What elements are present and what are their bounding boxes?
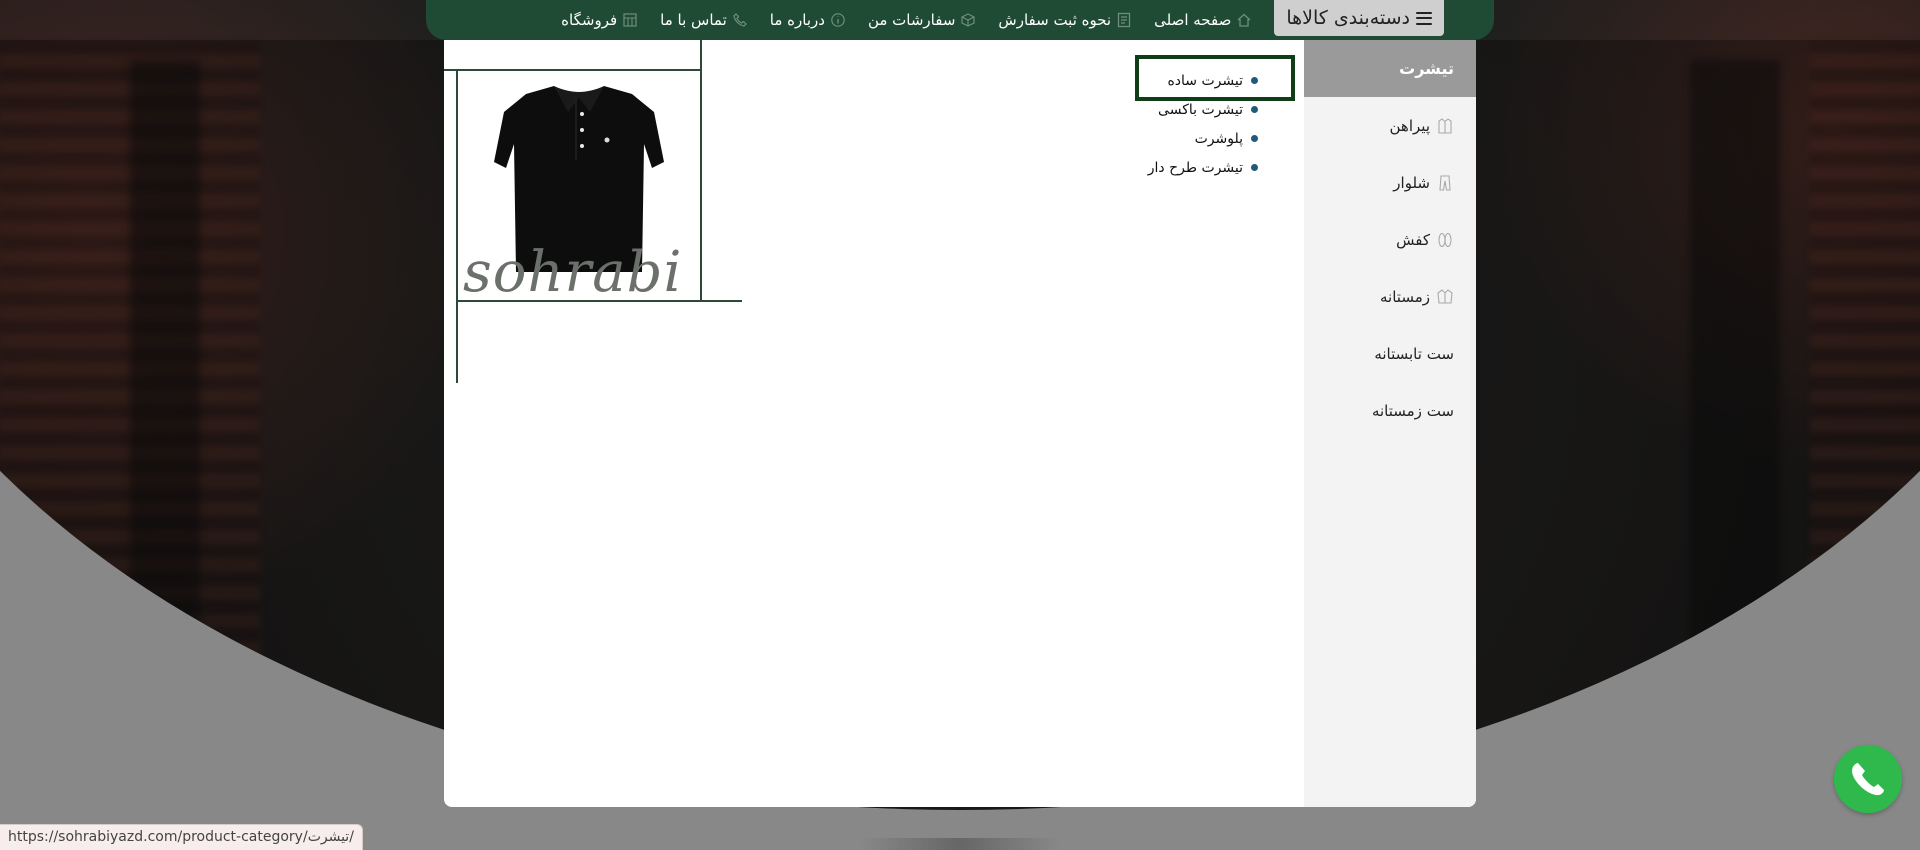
nav-shop-label: فروشگاه bbox=[561, 11, 618, 29]
nav-my-orders[interactable]: سفارشات من bbox=[868, 11, 976, 29]
box-icon bbox=[960, 12, 976, 28]
category-sidebar: تیشرت پیراهن شلوار کفش زمستانه ست تابستا… bbox=[1304, 40, 1476, 807]
whatsapp-icon bbox=[1834, 745, 1902, 813]
side-item-winter-label: زمستانه bbox=[1380, 287, 1430, 306]
home-icon bbox=[1236, 12, 1252, 28]
nav-contact[interactable]: تماس با ما bbox=[660, 11, 748, 29]
sub-item-polo-shirt[interactable]: پلوشرت bbox=[1102, 124, 1272, 153]
sub-item-label: تیشرت باکسی bbox=[1158, 101, 1243, 118]
focus-highlight bbox=[1135, 55, 1295, 101]
side-item-winter-set-label: ست زمستانه bbox=[1371, 401, 1454, 420]
jacket-icon bbox=[1436, 288, 1454, 306]
side-item-pants-label: شلوار bbox=[1393, 173, 1430, 192]
side-item-summer-set-label: ست تابستانه bbox=[1374, 344, 1454, 363]
status-bar-url: https://sohrabiyazd.com/product-category… bbox=[0, 824, 363, 850]
nav-my-orders-label: سفارشات من bbox=[867, 11, 956, 29]
categories-button[interactable]: دسته‌بندی کالاها bbox=[1274, 0, 1444, 36]
pants-icon bbox=[1436, 174, 1454, 192]
side-item-tshirt-label: تیشرت bbox=[1399, 59, 1454, 78]
nav-how-to-order[interactable]: نحوه ثبت سفارش bbox=[998, 11, 1132, 29]
bullet-icon bbox=[1251, 106, 1258, 113]
top-navigation: دسته‌بندی کالاها صفحه اصلی نحوه ثبت سفار… bbox=[426, 0, 1494, 40]
document-icon bbox=[1116, 12, 1132, 28]
side-item-shirt[interactable]: پیراهن bbox=[1304, 97, 1476, 154]
sub-item-label: تیشرت طرح دار bbox=[1147, 159, 1243, 176]
nav-how-to-order-label: نحوه ثبت سفارش bbox=[998, 11, 1112, 29]
store-icon bbox=[622, 12, 638, 28]
brand-signature: sohrabi bbox=[463, 240, 683, 305]
side-item-shoes[interactable]: کفش bbox=[1304, 211, 1476, 268]
side-item-summer-set[interactable]: ست تابستانه bbox=[1304, 325, 1476, 382]
nav-about-label: درباره ما bbox=[769, 11, 825, 29]
categories-label: دسته‌بندی کالاها bbox=[1286, 7, 1410, 29]
sub-item-label: پلوشرت bbox=[1194, 130, 1243, 147]
section-title-hint bbox=[860, 838, 1060, 850]
shirt-icon bbox=[1436, 117, 1454, 135]
info-icon bbox=[830, 12, 846, 28]
bullet-icon bbox=[1251, 135, 1258, 142]
side-item-shoes-label: کفش bbox=[1396, 230, 1430, 249]
whatsapp-button[interactable] bbox=[1834, 745, 1902, 813]
side-item-winter[interactable]: زمستانه bbox=[1304, 268, 1476, 325]
shoes-icon bbox=[1436, 231, 1454, 249]
phone-icon bbox=[732, 12, 748, 28]
sub-item-printed-tshirt[interactable]: تیشرت طرح دار bbox=[1102, 153, 1272, 182]
nav-contact-label: تماس با ما bbox=[660, 11, 727, 29]
nav-home[interactable]: صفحه اصلی bbox=[1154, 11, 1252, 29]
side-item-winter-set[interactable]: ست زمستانه bbox=[1304, 382, 1476, 439]
side-item-pants[interactable]: شلوار bbox=[1304, 154, 1476, 211]
side-item-shirt-label: پیراهن bbox=[1389, 116, 1430, 135]
bullet-icon bbox=[1251, 164, 1258, 171]
hamburger-icon bbox=[1416, 11, 1432, 25]
nav-about[interactable]: درباره ما bbox=[770, 11, 846, 29]
side-item-tshirt[interactable]: تیشرت bbox=[1304, 40, 1476, 97]
nav-shop[interactable]: فروشگاه bbox=[561, 11, 638, 29]
nav-home-label: صفحه اصلی bbox=[1154, 11, 1232, 29]
